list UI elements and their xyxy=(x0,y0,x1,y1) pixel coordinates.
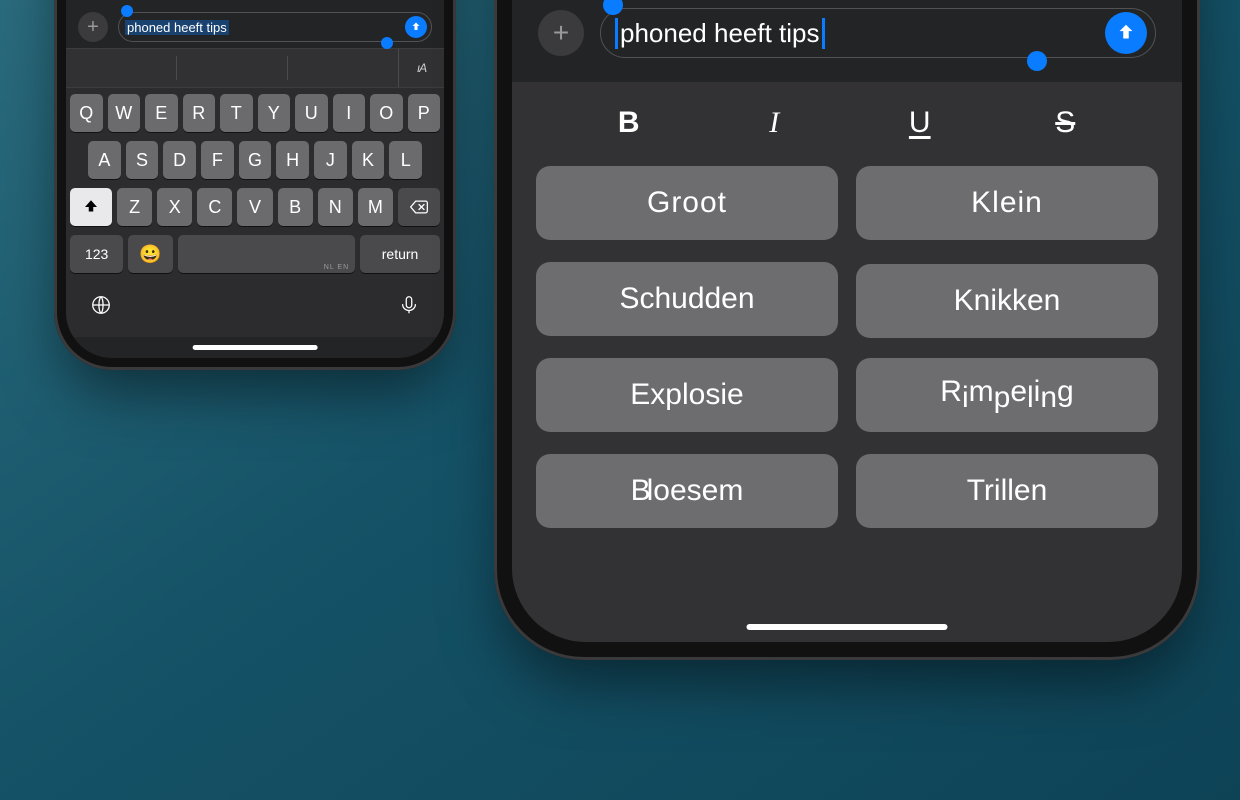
key-z[interactable]: Z xyxy=(117,188,152,226)
key-x[interactable]: X xyxy=(157,188,192,226)
key-e[interactable]: E xyxy=(145,94,178,132)
phone-big-screen: + phoned heeft tips B I U S Groot Klein … xyxy=(512,0,1182,642)
key-space[interactable]: NL EN xyxy=(178,235,356,273)
format-bold-button[interactable]: B xyxy=(612,106,646,140)
key-return[interactable]: return xyxy=(360,235,440,273)
effect-knikken-button[interactable]: Knikken xyxy=(856,264,1158,338)
effect-rimpeling-button[interactable]: Rimpeling xyxy=(856,358,1158,432)
phone-small: + phoned heeft tips ıA Q W E R T xyxy=(54,0,456,370)
phone-small-screen: + phoned heeft tips ıA Q W E R T xyxy=(66,0,444,358)
keyboard-language-hint: NL EN xyxy=(324,264,349,271)
message-input[interactable]: phoned heeft tips xyxy=(600,8,1156,58)
effect-explosie-button[interactable]: Explosie xyxy=(536,358,838,432)
key-c[interactable]: C xyxy=(197,188,232,226)
selection-handle-start[interactable] xyxy=(603,0,623,15)
suggestion-slot-2[interactable] xyxy=(176,56,287,80)
selection-handle-end[interactable] xyxy=(1027,51,1047,71)
key-row-2: A S D F G H J K L xyxy=(70,141,440,179)
key-h[interactable]: H xyxy=(276,141,309,179)
send-button[interactable] xyxy=(1105,12,1147,54)
message-input-selected-text[interactable]: phoned heeft tips xyxy=(615,18,825,49)
selection-handle-start[interactable] xyxy=(121,5,133,17)
dictation-button[interactable] xyxy=(398,294,420,321)
home-indicator[interactable] xyxy=(193,345,318,350)
text-effects-panel: B I U S Groot Klein Schudden Knikken Exp… xyxy=(512,82,1182,642)
add-attachment-button[interactable]: + xyxy=(538,10,584,56)
message-input-row: + phoned heeft tips xyxy=(512,8,1182,70)
key-t[interactable]: T xyxy=(220,94,253,132)
home-indicator[interactable] xyxy=(747,624,948,630)
key-v[interactable]: V xyxy=(237,188,272,226)
effect-bloesem-button[interactable]: Bloesem xyxy=(536,454,838,528)
key-n[interactable]: N xyxy=(318,188,353,226)
key-b[interactable]: B xyxy=(278,188,313,226)
format-underline-button[interactable]: U xyxy=(903,106,937,140)
message-input-row: + phoned heeft tips xyxy=(66,12,444,48)
key-row-3: Z X C V B N M xyxy=(70,188,440,226)
key-numbers[interactable]: 123 xyxy=(70,235,123,273)
key-u[interactable]: U xyxy=(295,94,328,132)
effect-trillen-button[interactable]: Trillen xyxy=(856,454,1158,528)
format-panel-toggle[interactable]: ıA xyxy=(398,49,444,87)
globe-keyboard-button[interactable] xyxy=(90,294,112,321)
key-d[interactable]: D xyxy=(163,141,196,179)
effect-klein-button[interactable]: Klein xyxy=(856,166,1158,240)
globe-icon xyxy=(90,294,112,316)
format-strikethrough-button[interactable]: S xyxy=(1048,106,1082,140)
key-j[interactable]: J xyxy=(314,141,347,179)
phone-big: + phoned heeft tips B I U S Groot Klein … xyxy=(494,0,1200,660)
format-italic-button[interactable]: I xyxy=(757,106,791,140)
key-i[interactable]: I xyxy=(333,94,366,132)
backspace-icon xyxy=(409,197,429,217)
key-o[interactable]: O xyxy=(370,94,403,132)
key-p[interactable]: P xyxy=(408,94,441,132)
key-f[interactable]: F xyxy=(201,141,234,179)
format-bar: B I U S xyxy=(536,100,1158,166)
effect-groot-button[interactable]: Groot xyxy=(536,166,838,240)
shift-icon xyxy=(82,198,100,216)
key-w[interactable]: W xyxy=(108,94,141,132)
selection-handle-end[interactable] xyxy=(381,37,393,49)
add-attachment-button[interactable]: + xyxy=(78,12,108,42)
key-g[interactable]: G xyxy=(239,141,272,179)
key-k[interactable]: K xyxy=(352,141,385,179)
key-row-4: 123 😀 NL EN return xyxy=(70,235,440,273)
keyboard-bottom-bar xyxy=(66,286,444,337)
message-input[interactable]: phoned heeft tips xyxy=(118,12,432,42)
send-button[interactable] xyxy=(405,16,427,38)
key-a[interactable]: A xyxy=(88,141,121,179)
key-r[interactable]: R xyxy=(183,94,216,132)
suggestion-slot-3[interactable] xyxy=(287,56,398,80)
software-keyboard: Q W E R T Y U I O P A S D F G H J K L xyxy=(66,88,444,286)
effect-schudden-button[interactable]: Schudden xyxy=(536,262,838,336)
key-l[interactable]: L xyxy=(389,141,422,179)
arrow-up-icon xyxy=(1115,22,1137,44)
key-shift[interactable] xyxy=(70,188,112,226)
keyboard-suggestion-bar: ıA xyxy=(66,48,444,88)
message-input-selected-text[interactable]: phoned heeft tips xyxy=(125,20,229,35)
key-row-1: Q W E R T Y U I O P xyxy=(70,94,440,132)
arrow-up-icon xyxy=(410,21,422,33)
key-s[interactable]: S xyxy=(126,141,159,179)
key-q[interactable]: Q xyxy=(70,94,103,132)
key-m[interactable]: M xyxy=(358,188,393,226)
key-emoji[interactable]: 😀 xyxy=(128,235,172,273)
key-backspace[interactable] xyxy=(398,188,440,226)
text-effects-grid: Groot Klein Schudden Knikken Explosie Ri… xyxy=(536,166,1158,528)
key-y[interactable]: Y xyxy=(258,94,291,132)
microphone-icon xyxy=(398,294,420,316)
suggestion-slot-1[interactable] xyxy=(66,56,176,80)
